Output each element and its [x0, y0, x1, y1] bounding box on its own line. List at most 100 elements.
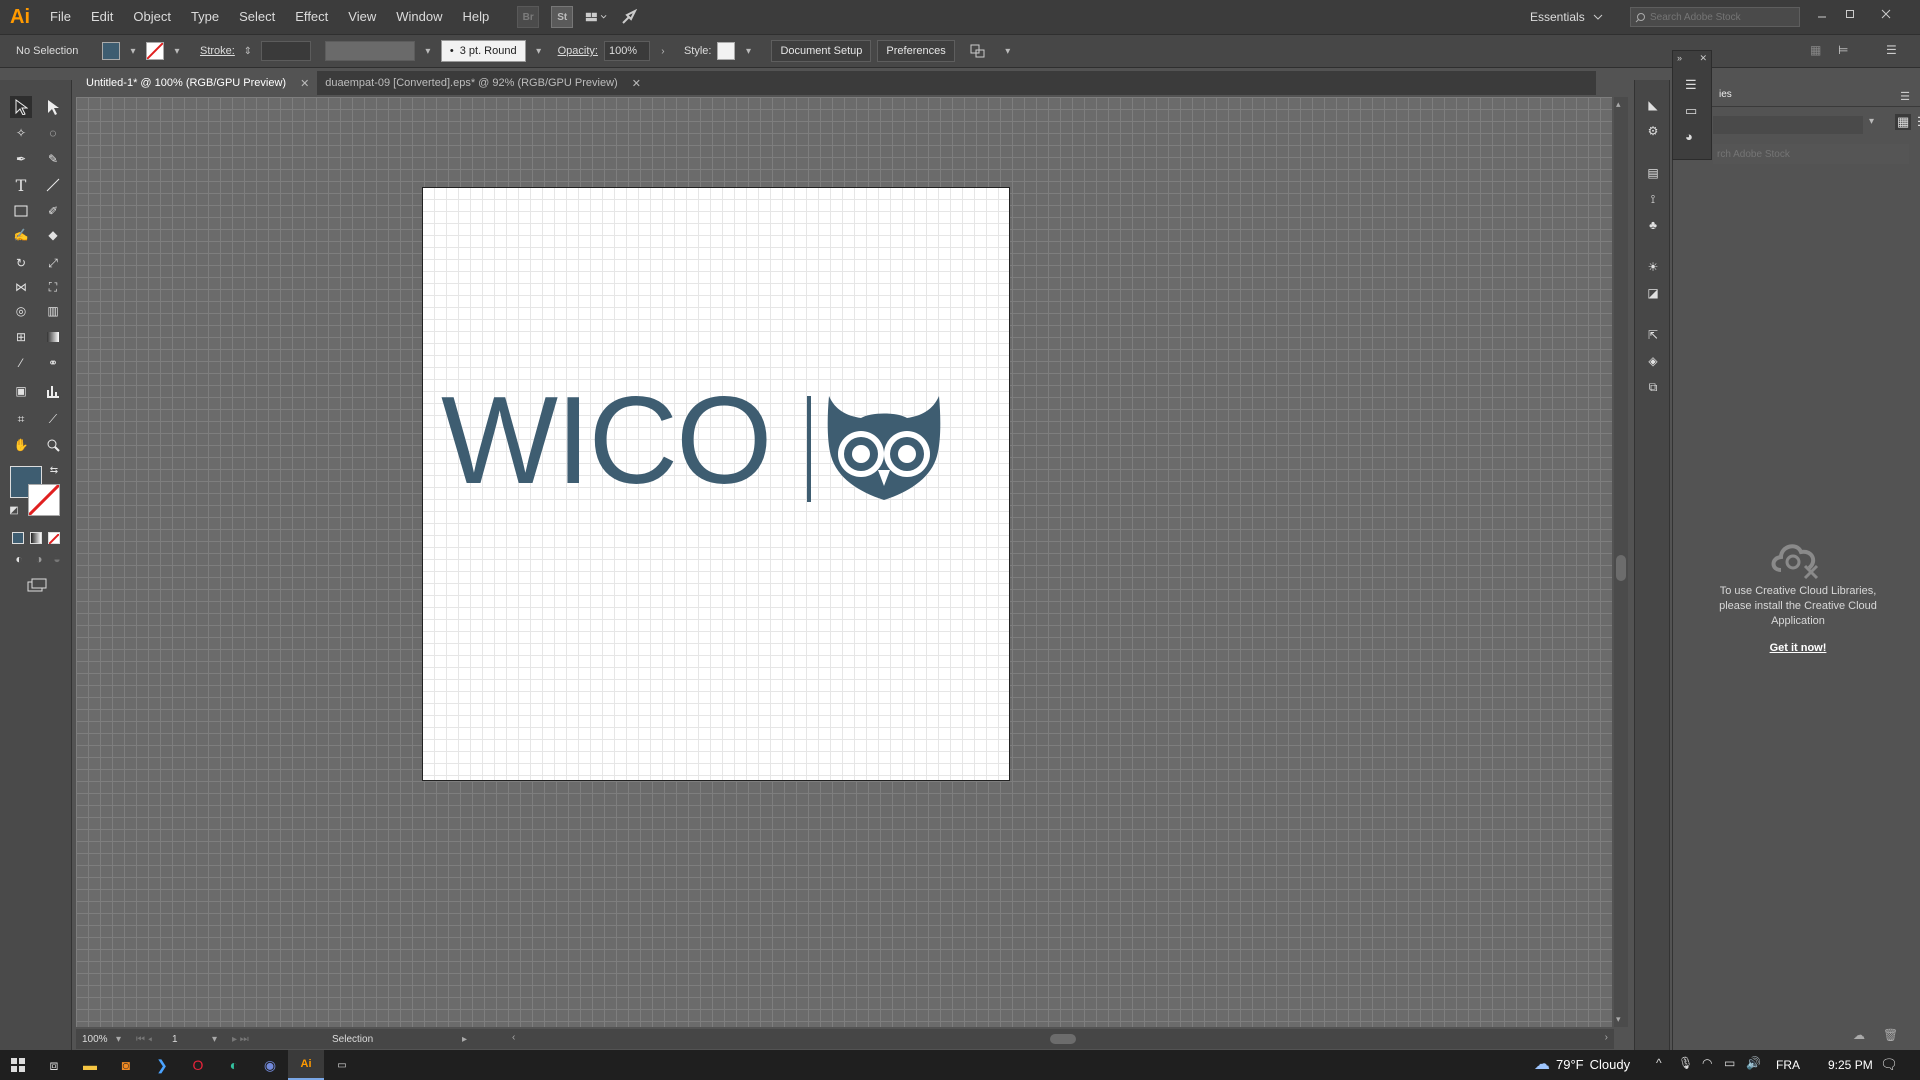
screen-mode-icon[interactable]	[26, 574, 48, 596]
illustrator-taskbar-icon[interactable]: Ai	[288, 1050, 324, 1080]
opera-icon[interactable]: O	[180, 1050, 216, 1080]
profile-dropdown[interactable]: ▾	[421, 42, 435, 60]
document-setup-button[interactable]: Document Setup	[771, 40, 872, 62]
close-icon[interactable]: ✕	[300, 77, 309, 90]
menu-edit[interactable]: Edit	[81, 0, 123, 34]
hand-tool-icon[interactable]: ✋	[10, 434, 32, 456]
horizontal-scroll-thumb[interactable]	[1050, 1034, 1076, 1044]
eraser-icon[interactable]: ◆	[42, 224, 64, 246]
file-explorer-icon[interactable]: ▬	[72, 1050, 108, 1080]
arrange-dropdown[interactable]: ▾	[1001, 42, 1015, 60]
color-guide-icon[interactable]: ◣	[1642, 94, 1664, 116]
eyedropper-icon[interactable]: ⁄	[10, 352, 32, 374]
export-icon[interactable]: ⇱	[1642, 324, 1664, 346]
current-tool-status[interactable]: Selection	[332, 1034, 462, 1045]
artboard-nav-last-icon[interactable]: ▸ ⏭	[232, 1034, 332, 1045]
tab-untitled-1[interactable]: Untitled-1* @ 100% (RGB/GPU Preview) ✕	[78, 71, 318, 95]
stroke-color-box[interactable]	[27, 483, 61, 517]
scroll-up-icon[interactable]: ▴	[1616, 99, 1621, 110]
menu-type[interactable]: Type	[181, 0, 229, 34]
windows-start-icon[interactable]	[0, 1050, 36, 1080]
paintbrush-icon[interactable]: ✐	[42, 200, 64, 222]
scroll-down-icon[interactable]: ▾	[1616, 1014, 1621, 1025]
workspace-switcher[interactable]: Essentials	[1530, 6, 1603, 28]
get-it-now-link[interactable]: Get it now!	[1703, 642, 1893, 654]
artboard[interactable]: WICO	[422, 187, 1010, 781]
wico-logo-text[interactable]: WICO	[441, 379, 772, 503]
arrange-documents-icon[interactable]	[585, 6, 607, 28]
perspective-grid-icon[interactable]: ▥	[42, 300, 64, 322]
owl-icon[interactable]	[825, 396, 943, 500]
swap-colors-icon[interactable]: ⇆	[48, 464, 60, 476]
selection-tool-icon[interactable]	[10, 96, 32, 118]
close-icon[interactable]: ✕	[632, 77, 641, 90]
color-mode-icon[interactable]	[12, 532, 24, 544]
brush-dropdown[interactable]: ▾	[532, 42, 546, 60]
lasso-icon[interactable]: ◌	[42, 122, 64, 144]
artboards-icon[interactable]: ⧉	[1642, 376, 1664, 398]
shape-builder-icon[interactable]: ◎	[10, 300, 32, 322]
weather-widget[interactable]: ☁ 79°F Cloudy	[1534, 1054, 1630, 1074]
rotate-tool-icon[interactable]: ↻	[10, 252, 32, 274]
arrange-icon[interactable]	[967, 40, 989, 62]
vertical-scroll-thumb[interactable]	[1616, 555, 1626, 581]
battery-icon[interactable]: ▭	[1724, 1056, 1735, 1070]
stock-search-input[interactable]	[1650, 11, 1790, 23]
brush-definition[interactable]: • 3 pt. Round	[440, 40, 526, 62]
libraries-icon[interactable]: ▤	[1642, 162, 1664, 184]
stroke-weight-field[interactable]	[260, 41, 311, 61]
libraries-search-input[interactable]	[1713, 144, 1909, 164]
grid-view-icon[interactable]: ▦	[1895, 114, 1912, 130]
artboard-number[interactable]: 1	[172, 1034, 212, 1045]
tab-duaempat-09[interactable]: duaempat-09 [Converted].eps* @ 92% (RGB/…	[317, 71, 649, 95]
layers-icon[interactable]: ◈	[1642, 350, 1664, 372]
brushes-icon[interactable]: ⟟	[1642, 188, 1664, 210]
magic-wand-icon[interactable]: ✧	[10, 122, 32, 144]
line-tool-icon[interactable]	[42, 174, 64, 196]
color-panel-icon[interactable]: ◕	[1685, 129, 1693, 144]
gradient-mode-icon[interactable]	[30, 532, 42, 544]
cc-sync-icon[interactable]: ☁	[1853, 1028, 1865, 1042]
close-icon[interactable]: ✕	[1699, 53, 1707, 64]
menu-window[interactable]: Window	[386, 0, 452, 34]
gpu-performance-icon[interactable]	[619, 6, 641, 28]
pen-tool-icon[interactable]: ✒	[10, 148, 32, 170]
menu-view[interactable]: View	[338, 0, 386, 34]
menu-help[interactable]: Help	[452, 0, 499, 34]
panel-menu-icon[interactable]: ☰	[1900, 90, 1910, 103]
variable-width-profile[interactable]	[324, 41, 415, 61]
mesh-tool-icon[interactable]: ⊞	[10, 326, 32, 348]
task-view-icon[interactable]: ⧈	[36, 1050, 72, 1080]
chevron-down-icon[interactable]: ▾	[1869, 116, 1874, 127]
zoom-tool-icon[interactable]	[42, 434, 64, 456]
zoom-level[interactable]: 100%	[76, 1034, 116, 1045]
properties-panel-icon[interactable]: ☰	[1685, 77, 1697, 93]
scale-tool-icon[interactable]: ⤢	[42, 252, 64, 274]
default-colors-icon[interactable]: ◩	[8, 504, 20, 516]
draw-normal-icon[interactable]: ◐	[8, 548, 30, 570]
draw-inside-icon[interactable]: ◒	[46, 548, 68, 570]
menu-file[interactable]: File	[40, 0, 81, 34]
shaper-tool-icon[interactable]: ✍	[10, 224, 32, 246]
align-panel-icon[interactable]: ▦	[1810, 43, 1821, 57]
properties-icon[interactable]: ⚙	[1642, 120, 1664, 142]
status-menu-icon[interactable]: ▸	[462, 1034, 467, 1045]
preferences-button[interactable]: Preferences	[877, 40, 955, 62]
graphic-style-swatch[interactable]	[717, 42, 736, 60]
vertical-scrollbar[interactable]: ▴ ▾	[1614, 97, 1628, 1027]
opacity-field[interactable]: 100%	[603, 41, 650, 61]
stroke-swatch[interactable]	[146, 42, 164, 60]
maximize-button[interactable]	[1838, 4, 1862, 24]
bridge-icon[interactable]: Br	[517, 6, 540, 28]
discord-icon[interactable]: ◉	[252, 1050, 288, 1080]
chevron-up-icon[interactable]: ^	[1656, 1056, 1662, 1070]
edge-icon[interactable]: ◐	[216, 1050, 252, 1080]
artboard-nav-first-icon[interactable]: ⏮ ◂	[136, 1034, 172, 1045]
stock-search-box[interactable]	[1630, 7, 1800, 27]
volume-icon[interactable]: 🔊	[1746, 1056, 1761, 1070]
slice-tool-icon[interactable]: ⟋	[42, 408, 64, 430]
column-graph-icon[interactable]	[42, 380, 64, 402]
symbol-sprayer-icon[interactable]: ▣	[10, 380, 32, 402]
rectangle-tool-icon[interactable]	[10, 200, 32, 222]
library-dropdown[interactable]	[1713, 116, 1863, 134]
